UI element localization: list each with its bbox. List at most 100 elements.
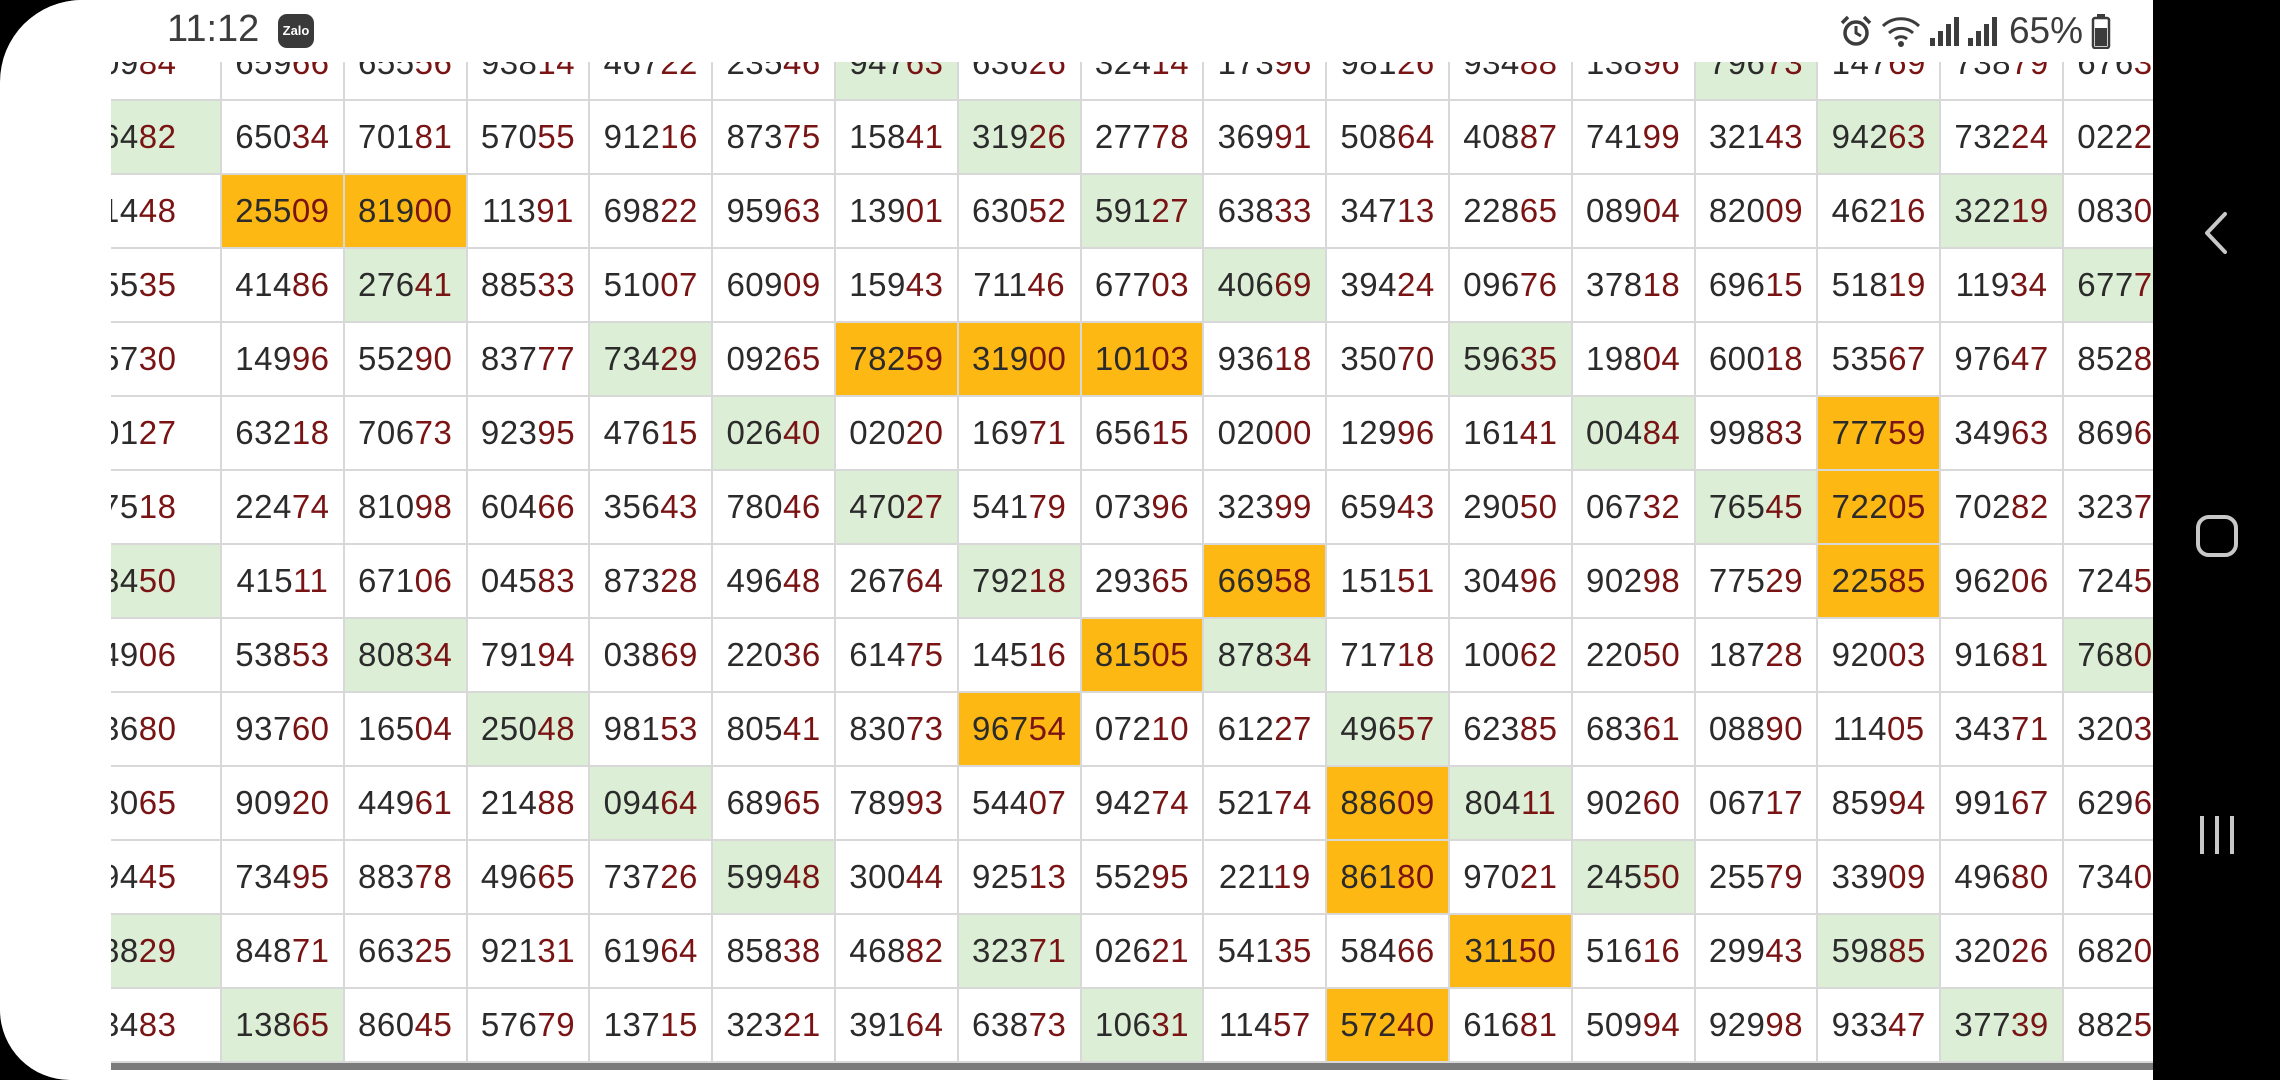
number-tail-digits: 27 — [138, 414, 177, 451]
table-cell: 54407 — [958, 767, 1082, 841]
number-tail-digits: 99 — [1274, 488, 1312, 525]
number-head-digits: 09 — [111, 62, 139, 81]
number-tail-digits: 69 — [1888, 62, 1926, 81]
number-tail-digits: 67 — [1888, 340, 1926, 377]
number-head-digits: 347 — [1340, 192, 1397, 229]
number-tail-digits: 64 — [660, 932, 698, 969]
horizontal-scrollbar[interactable] — [111, 1063, 2153, 1070]
table-cell: 73879 — [1941, 62, 2064, 101]
status-bar: 11:12 Zalo 65% — [0, 0, 2153, 62]
table-cell: 93618 — [1204, 323, 1328, 397]
number-tail-digits: 85 — [1888, 932, 1926, 969]
number-head-digits: 852 — [2077, 340, 2134, 377]
table-cell: 5730 — [111, 323, 222, 397]
number-head-digits: 165 — [358, 710, 415, 747]
number-head-digits: 696 — [1708, 266, 1766, 303]
number-tail-digits: 26 — [660, 858, 698, 895]
number-head-digits: 026 — [1094, 932, 1152, 969]
table-cell: 35070 — [1327, 323, 1450, 397]
table-cell: 23546 — [713, 62, 836, 101]
number-tail-digits: 35 — [1519, 340, 1558, 377]
number-head-digits: 414 — [235, 266, 292, 303]
table-cell: 61227 — [1204, 693, 1328, 767]
number-head-digits: 476 — [603, 414, 661, 451]
number-head-digits: 14 — [111, 192, 139, 229]
home-button[interactable] — [2153, 513, 2280, 559]
number-tail-digits: 28 — [1765, 636, 1804, 673]
table-cell: 90260 — [1572, 767, 1696, 841]
number-tail-digits: 19 — [2010, 192, 2049, 229]
table-cell: 55295 — [1081, 841, 1205, 915]
table-cell: 65966 — [222, 62, 345, 101]
number-tail-digits: 60 — [1642, 784, 1681, 821]
number-tail-digits: 13 — [1028, 858, 1067, 895]
number-tail-digits: 66 — [1396, 932, 1435, 969]
number-tail-digits: 59 — [905, 340, 944, 377]
table-cell: 73495 — [222, 841, 345, 915]
back-button[interactable] — [2153, 208, 2280, 258]
table-cell: 14996 — [222, 323, 345, 397]
number-head-digits: 702 — [1954, 488, 2011, 525]
number-head-digits: 36 — [111, 710, 139, 747]
number-tail-digits: 09 — [1765, 192, 1804, 229]
table-cell: 47615 — [590, 397, 714, 471]
table-cell: 07210 — [1081, 693, 1205, 767]
table-cell: 34713 — [1327, 175, 1450, 249]
table-cell: 32219 — [1941, 175, 2064, 249]
table-cell: 12996 — [1327, 397, 1450, 471]
recent-apps-button[interactable] — [2153, 812, 2280, 858]
number-tail-digits: 33 — [1274, 192, 1312, 229]
table-cell: 44961 — [344, 767, 468, 841]
number-tail-digits: 96 — [1519, 562, 1558, 599]
table-cell: 99883 — [1695, 397, 1819, 471]
number-head-digits: 942 — [1094, 784, 1152, 821]
number-head-digits: 883 — [358, 858, 415, 895]
table-cell: 34963 — [1941, 397, 2064, 471]
table-cell: 22865 — [1449, 175, 1573, 249]
table-cell: 26764 — [835, 545, 959, 619]
number-tail-digits: 57 — [1272, 1006, 1311, 1043]
number-head-digits: 100 — [1463, 636, 1520, 673]
number-head-digits: 656 — [1094, 414, 1152, 451]
number-head-digits: 518 — [1831, 266, 1889, 303]
table-cell: 59948 — [713, 841, 836, 915]
lottery-results-table[interactable]: 0984659666555693814467222354694763636263… — [111, 62, 2153, 1070]
number-tail-digits: 03 — [2133, 858, 2153, 895]
number-tail-digits: 43 — [1765, 932, 1804, 969]
number-head-digits: 861 — [1340, 858, 1397, 895]
number-head-digits: 250 — [480, 710, 538, 747]
number-head-digits: 902 — [1586, 562, 1643, 599]
table-cell: 11457 — [1204, 989, 1328, 1063]
number-tail-digits: 18 — [1765, 340, 1804, 377]
table-cell: 32371 — [958, 915, 1082, 989]
table-cell: 83073 — [835, 693, 959, 767]
wifi-icon — [1881, 14, 1921, 48]
table-cell: 73403 — [2063, 841, 2153, 915]
number-tail-digits: 16 — [1888, 192, 1926, 229]
number-head-digits: 584 — [1340, 932, 1397, 969]
number-head-digits: 038 — [603, 636, 661, 673]
table-cell: 54179 — [958, 471, 1082, 545]
table-cell: 32031 — [2063, 693, 2153, 767]
number-tail-digits: 64 — [905, 1006, 944, 1043]
number-tail-digits: 30 — [138, 340, 177, 377]
number-head-digits: 496 — [726, 562, 783, 599]
number-head-digits: 791 — [480, 636, 538, 673]
number-head-digits: 067 — [1708, 784, 1766, 821]
number-tail-digits: 22 — [660, 62, 698, 81]
table-cell: 21488 — [467, 767, 591, 841]
table-cell: 71146 — [958, 249, 1082, 323]
number-head-digits: 638 — [972, 1006, 1029, 1043]
table-cell: 70673 — [344, 397, 468, 471]
table-cell: 39164 — [835, 989, 959, 1063]
number-head-digits: 942 — [1831, 118, 1889, 155]
number-tail-digits: 09 — [2133, 192, 2153, 229]
number-tail-digits: 84 — [1642, 414, 1681, 451]
number-head-digits: 467 — [603, 62, 661, 81]
number-tail-digits: 90 — [414, 340, 453, 377]
table-cell: 59127 — [1081, 175, 1205, 249]
number-tail-digits: 48 — [537, 710, 576, 747]
number-tail-digits: 77 — [537, 340, 576, 377]
number-head-digits: 717 — [1340, 636, 1397, 673]
table-cell: 3450 — [111, 545, 222, 619]
